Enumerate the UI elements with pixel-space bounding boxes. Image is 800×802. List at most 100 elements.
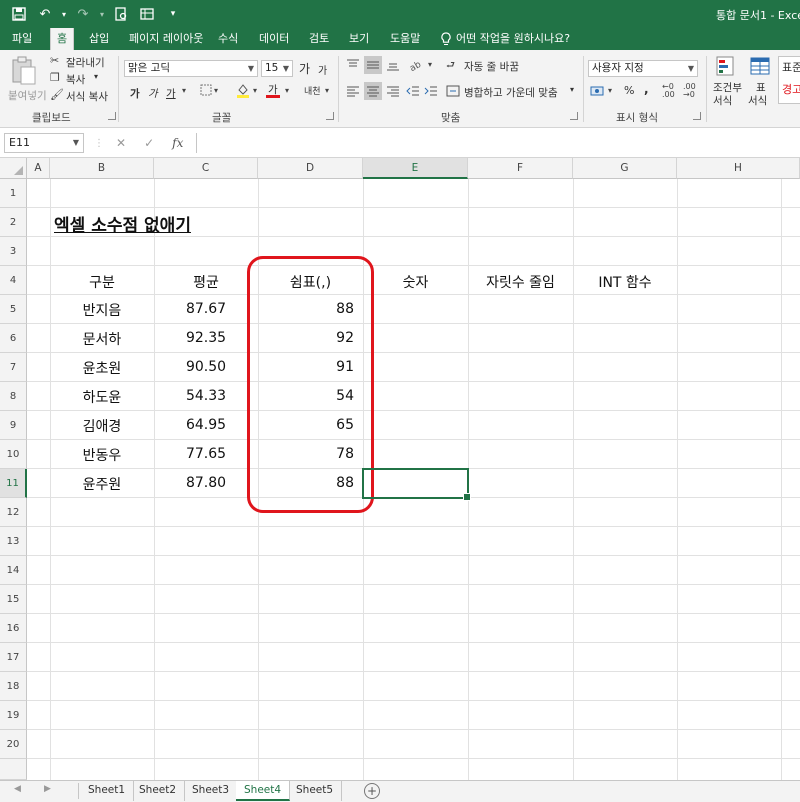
select-all-button[interactable]	[0, 158, 27, 179]
dropdown-icon[interactable]: ▾	[98, 4, 106, 24]
row-header-19[interactable]: 19	[0, 701, 27, 730]
header-average[interactable]: 평균	[154, 272, 258, 292]
decrease-decimal-icon[interactable]: .00 →0	[683, 83, 696, 99]
cell-average[interactable]: 64.95	[154, 417, 258, 433]
decrease-indent-icon[interactable]	[406, 84, 420, 101]
header-number[interactable]: 숫자	[363, 272, 468, 292]
selected-cell-e11[interactable]	[362, 468, 471, 501]
comma-style-button[interactable]: ,	[644, 82, 649, 96]
tab-home[interactable]: 홈	[50, 28, 75, 50]
orientation-icon[interactable]: ab	[408, 58, 423, 75]
add-sheet-icon[interactable]: +	[364, 783, 380, 799]
row-header-18[interactable]: 18	[0, 672, 27, 701]
scroll-right-icon[interactable]: ▶	[44, 784, 51, 794]
header-category[interactable]: 구분	[50, 272, 154, 292]
bold-button[interactable]: 가	[130, 86, 140, 101]
underline-button[interactable]: 가	[166, 86, 176, 101]
cell-style-normal[interactable]: 표준	[782, 59, 800, 75]
enter-icon[interactable]: ✓	[144, 133, 154, 153]
align-middle-icon[interactable]	[364, 56, 382, 74]
chevron-down-icon[interactable]: ▾	[182, 86, 186, 95]
row-header-9[interactable]: 9	[0, 411, 27, 440]
row-header-2[interactable]: 2	[0, 208, 27, 237]
chevron-down-icon[interactable]: ▾	[428, 60, 432, 69]
fill-color-icon[interactable]	[236, 82, 250, 101]
row-header-20[interactable]: 20	[0, 730, 27, 759]
row-header-16[interactable]: 16	[0, 614, 27, 643]
row-header-1[interactable]: 1	[0, 179, 27, 208]
cell-average[interactable]: 87.80	[154, 475, 258, 491]
accounting-format-icon[interactable]	[590, 84, 606, 101]
column-header-c[interactable]: C	[154, 158, 258, 179]
tab-help[interactable]: 도움말	[384, 28, 426, 50]
number-format-select[interactable]: 사용자 지정 ▼	[588, 60, 698, 77]
alignment-launcher-icon[interactable]	[570, 112, 578, 120]
format-as-table-button[interactable]: 표 서식	[748, 54, 776, 108]
column-header-a[interactable]: A	[27, 158, 50, 179]
percent-style-button[interactable]: %	[624, 84, 634, 97]
dropdown-icon[interactable]: ▾	[60, 4, 68, 24]
chevron-down-icon[interactable]: ▾	[608, 86, 612, 95]
chevron-down-icon[interactable]: ▾	[253, 86, 257, 95]
insert-function-icon[interactable]: fx	[172, 133, 183, 153]
print-preview-icon[interactable]	[110, 4, 132, 24]
sheet-tab-1[interactable]: Sheet1	[80, 781, 135, 801]
save-icon[interactable]	[8, 4, 30, 24]
column-header-g[interactable]: G	[573, 158, 677, 179]
header-decrease-decimal[interactable]: 자릿수 줄임	[468, 272, 573, 292]
cell-average[interactable]: 92.35	[154, 330, 258, 346]
align-bottom-icon[interactable]	[386, 58, 400, 75]
increase-decimal-icon[interactable]: ←0.00	[662, 83, 675, 99]
scroll-left-icon[interactable]: ◀	[14, 784, 21, 794]
cell-name[interactable]: 반지음	[50, 300, 154, 320]
font-name-select[interactable]: 맑은 고딕 ▼	[124, 60, 258, 77]
tab-review[interactable]: 검토	[303, 28, 335, 50]
cell-name[interactable]: 문서하	[50, 329, 154, 349]
tab-page-layout[interactable]: 페이지 레이아웃	[123, 28, 209, 50]
column-header-f[interactable]: F	[468, 158, 573, 179]
cell-average[interactable]: 54.33	[154, 388, 258, 404]
sheet-tab-4[interactable]: Sheet4	[236, 781, 291, 801]
sheet-tab-3[interactable]: Sheet3	[184, 781, 239, 801]
undo-icon[interactable]: ↶	[34, 4, 56, 24]
italic-button[interactable]: 가	[148, 86, 158, 101]
row-header-5[interactable]: 5	[0, 295, 27, 324]
row-header-8[interactable]: 8	[0, 382, 27, 411]
sheet-tab-2[interactable]: Sheet2	[131, 781, 186, 801]
grow-font-button[interactable]: 가	[299, 60, 310, 77]
customize-qat-icon[interactable]: ▾	[162, 4, 184, 24]
align-top-icon[interactable]	[346, 58, 360, 75]
chevron-down-icon[interactable]: ▾	[325, 86, 329, 95]
column-header-h[interactable]: H	[677, 158, 800, 179]
cancel-icon[interactable]: ✕	[116, 133, 126, 153]
cell-name[interactable]: 윤주원	[50, 474, 154, 494]
cell-name[interactable]: 윤초원	[50, 358, 154, 378]
formula-input[interactable]	[196, 133, 800, 153]
cell-styles-gallery[interactable]: 표준 경고	[778, 56, 800, 104]
sheet-tab-5[interactable]: Sheet5	[288, 781, 343, 801]
increase-indent-icon[interactable]	[424, 84, 438, 101]
row-header-11[interactable]: 11	[0, 469, 27, 498]
border-icon[interactable]	[200, 84, 212, 99]
row-header-10[interactable]: 10	[0, 440, 27, 469]
row-header-12[interactable]: 12	[0, 498, 27, 527]
sheet-title[interactable]: 엑셀 소수점 없애기	[54, 211, 191, 236]
font-color-button[interactable]: 가	[266, 82, 282, 100]
row-header-6[interactable]: 6	[0, 324, 27, 353]
chevron-down-icon[interactable]: ▾	[214, 86, 218, 95]
shrink-font-button[interactable]: 가	[318, 62, 327, 77]
cell-name[interactable]: 하도윤	[50, 387, 154, 407]
form-icon[interactable]	[136, 4, 158, 24]
name-box[interactable]: E11 ▼	[4, 133, 84, 153]
row-header-3[interactable]: 3	[0, 237, 27, 266]
conditional-formatting-button[interactable]: 조건부 서식	[710, 54, 746, 108]
resize-handle-icon[interactable]: ⋮	[94, 138, 104, 149]
tell-me-box[interactable]: 어떤 작업을 원하시나요?	[440, 28, 570, 50]
column-header-d[interactable]: D	[258, 158, 363, 179]
column-header-e[interactable]: E	[363, 158, 468, 179]
row-header-14[interactable]: 14	[0, 556, 27, 585]
phonetic-button[interactable]: 내천	[304, 84, 321, 97]
row-header-15[interactable]: 15	[0, 585, 27, 614]
cell-name[interactable]: 반동우	[50, 445, 154, 465]
header-int-function[interactable]: INT 함수	[573, 272, 677, 292]
